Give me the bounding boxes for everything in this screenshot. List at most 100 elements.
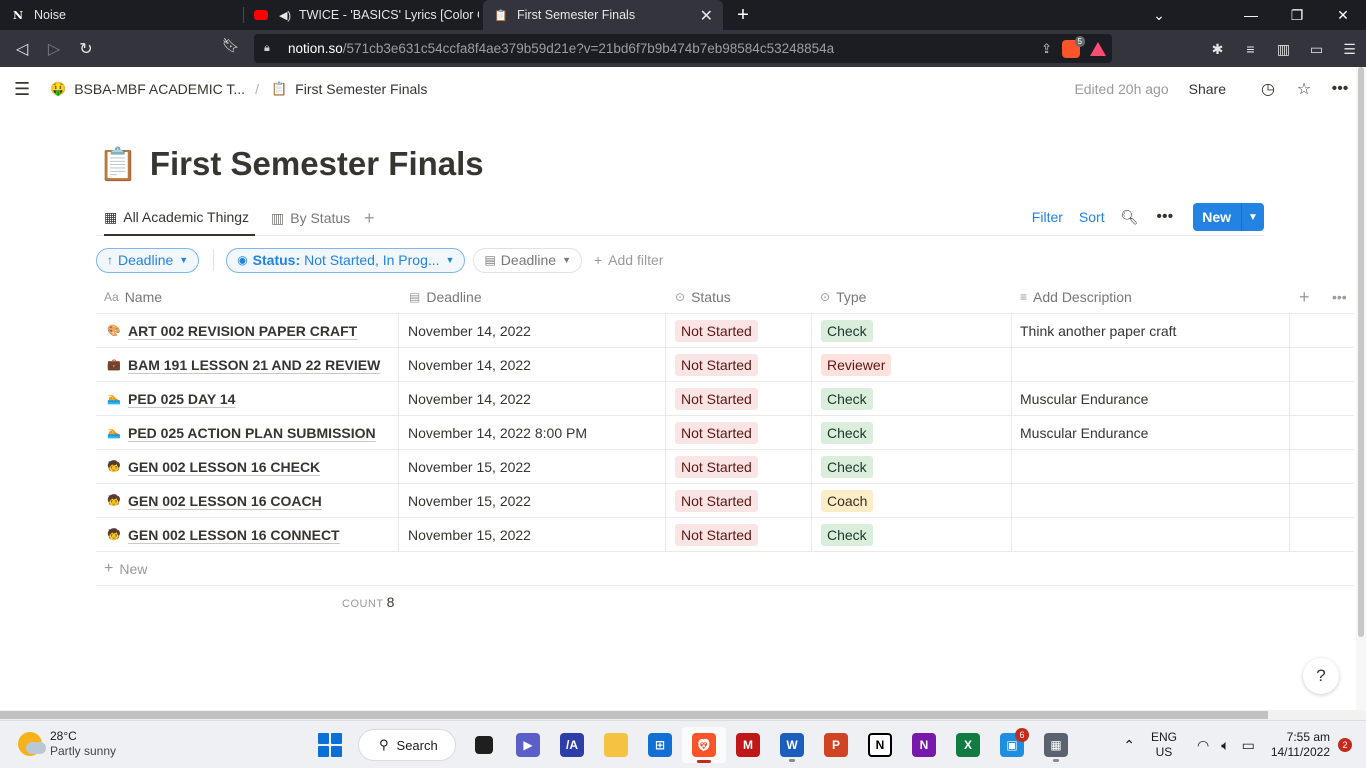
cell-description[interactable]: Think another paper craft xyxy=(1012,314,1290,347)
table-row[interactable]: 🧒 GEN 002 LESSON 16 CHECK November 15, 202… xyxy=(96,450,1354,484)
cell-type[interactable]: Check xyxy=(812,416,1012,449)
filter-button[interactable]: Filter xyxy=(1032,209,1063,225)
notion-app-icon[interactable]: N xyxy=(858,727,902,763)
cell-name[interactable]: 💼 BAM 191 LESSON 21 AND 22 REVIEW xyxy=(96,348,399,381)
calculator-icon[interactable]: ▦ xyxy=(1034,727,1078,763)
adobe-app-icon[interactable]: /A xyxy=(550,727,594,763)
row-title-link[interactable]: GEN 002 LESSON 16 COACH xyxy=(128,493,322,509)
new-button-label[interactable]: New xyxy=(1193,203,1242,231)
cell-description[interactable]: Muscular Endurance xyxy=(1012,416,1290,449)
sort-button[interactable]: Sort xyxy=(1079,209,1105,225)
cell-name[interactable]: 🧒 GEN 002 LESSON 16 COACH xyxy=(96,484,399,517)
table-row[interactable]: 🧒 GEN 002 LESSON 16 COACH November 15, 202… xyxy=(96,484,1354,518)
wifi-icon[interactable]: ◠ xyxy=(1197,737,1209,754)
deadline-filter-pill[interactable]: ▤ Deadline ▼ xyxy=(473,247,582,273)
browser-tab-active[interactable]: 📋 First Semester Finals ✕ xyxy=(483,0,723,30)
cell-name[interactable]: 🧒 GEN 002 LESSON 16 CONNECT xyxy=(96,518,399,551)
cell-type[interactable]: Reviewer xyxy=(812,348,1012,381)
updates-clock-icon[interactable]: ◷ xyxy=(1256,79,1280,99)
brave-rewards-icon[interactable] xyxy=(1090,41,1106,56)
minimize-icon[interactable]: — xyxy=(1228,0,1274,30)
row-title-link[interactable]: GEN 002 LESSON 16 CONNECT xyxy=(128,527,340,543)
search-icon[interactable]: 🔍︎ xyxy=(1121,209,1139,226)
row-title-link[interactable]: GEN 002 LESSON 16 CHECK xyxy=(128,459,320,475)
more-options-icon[interactable]: ••• xyxy=(1328,80,1352,98)
cell-description[interactable] xyxy=(1012,348,1290,381)
cell-type[interactable]: Coach xyxy=(812,484,1012,517)
table-row[interactable]: 🧒 GEN 002 LESSON 16 CONNECT November 15, 2… xyxy=(96,518,1354,552)
cell-empty[interactable] xyxy=(1290,348,1354,381)
task-view-icon[interactable] xyxy=(462,727,506,763)
brave-shields-icon[interactable]: 5 xyxy=(1062,35,1085,58)
add-filter-button[interactable]: + Add filter xyxy=(594,252,663,268)
language-indicator[interactable]: ENG US xyxy=(1151,730,1177,760)
cell-deadline[interactable]: November 15, 2022 xyxy=(399,484,666,517)
more-options-icon[interactable]: ••• xyxy=(1156,208,1173,226)
taskbar-search[interactable]: ⚲ Search xyxy=(358,729,456,761)
table-row[interactable]: 🎨 ART 002 REVISION PAPER CRAFT November 14… xyxy=(96,314,1354,348)
onenote-icon[interactable]: N xyxy=(902,727,946,763)
battery-icon[interactable]: ▭ xyxy=(1242,737,1255,754)
new-tab-button[interactable]: + xyxy=(723,0,763,30)
row-title-link[interactable]: PED 025 ACTION PLAN SUBMISSION xyxy=(128,425,376,441)
weather-widget[interactable]: 28°C Partly sunny xyxy=(18,729,116,759)
cell-empty[interactable] xyxy=(1290,450,1354,483)
page-icon[interactable]: 📋 xyxy=(98,145,138,183)
table-row[interactable]: 🏊 PED 025 ACTION PLAN SUBMISSION November … xyxy=(96,416,1354,450)
clock[interactable]: 7:55 am 14/11/2022 xyxy=(1271,730,1330,760)
breadcrumb-workspace[interactable]: BSBA-MBF ACADEMIC T... xyxy=(74,81,245,97)
cell-deadline[interactable]: November 14, 2022 xyxy=(399,382,666,415)
cell-name[interactable]: 🏊 PED 025 DAY 14 xyxy=(96,382,399,415)
ms-store-icon[interactable]: ⊞ xyxy=(638,727,682,763)
url-text[interactable]: notion.so/571cb3e631c54ccfa8f4ae379b59d2… xyxy=(288,41,834,56)
row-title-link[interactable]: ART 002 REVISION PAPER CRAFT xyxy=(128,323,357,339)
vertical-scrollbar[interactable] xyxy=(1356,67,1366,710)
chevron-up-icon[interactable]: ⌃ xyxy=(1123,737,1135,754)
add-view-button[interactable]: + xyxy=(364,200,375,236)
powerpoint-icon[interactable]: P xyxy=(814,727,858,763)
playlist-icon[interactable]: ≡ xyxy=(1234,34,1267,64)
count-summary[interactable]: COUNT 8 xyxy=(342,594,394,610)
browser-tab[interactable]: N Noise xyxy=(0,0,243,30)
help-button[interactable]: ? xyxy=(1303,658,1339,694)
notification-badge[interactable]: 2 xyxy=(1338,738,1352,752)
brave-browser-icon[interactable]: 🦁︎ xyxy=(682,727,726,763)
volume-icon[interactable]: 🔈︎ xyxy=(1221,737,1229,754)
scrollbar-thumb[interactable] xyxy=(0,711,1268,719)
cell-name[interactable]: 🏊 PED 025 ACTION PLAN SUBMISSION xyxy=(96,416,399,449)
mcafee-icon[interactable]: M xyxy=(726,727,770,763)
close-icon[interactable]: ✕ xyxy=(700,6,713,26)
cell-description[interactable]: Muscular Endurance xyxy=(1012,382,1290,415)
cell-type[interactable]: Check xyxy=(812,518,1012,551)
address-bar[interactable]: 🔒︎ notion.so/571cb3e631c54ccfa8f4ae379b5… xyxy=(254,34,1112,63)
word-icon[interactable]: W xyxy=(770,727,814,763)
cell-name[interactable]: 🧒 GEN 002 LESSON 16 CHECK xyxy=(96,450,399,483)
cell-status[interactable]: Not Started xyxy=(666,348,812,381)
forward-icon[interactable]: ▷ xyxy=(38,34,70,64)
share-button[interactable]: Share xyxy=(1189,81,1226,97)
browser-menu-icon[interactable]: ☰ xyxy=(1333,34,1366,64)
table-row[interactable]: 🏊 PED 025 DAY 14 November 14, 2022 Not Star… xyxy=(96,382,1354,416)
cell-name[interactable]: 🎨 ART 002 REVISION PAPER CRAFT xyxy=(96,314,399,347)
cell-deadline[interactable]: November 14, 2022 8:00 PM xyxy=(399,416,666,449)
sidebar-icon[interactable]: ▥ xyxy=(1267,34,1300,64)
cell-deadline[interactable]: November 14, 2022 xyxy=(399,348,666,381)
sort-deadline-pill[interactable]: ↑ Deadline ▼ xyxy=(96,247,200,273)
cell-empty[interactable] xyxy=(1290,416,1354,449)
speaker-icon[interactable]: ◀) xyxy=(277,7,293,23)
file-explorer-icon[interactable] xyxy=(594,727,638,763)
row-title-link[interactable]: PED 025 DAY 14 xyxy=(128,391,235,407)
cell-status[interactable]: Not Started xyxy=(666,382,812,415)
row-title-link[interactable]: BAM 191 LESSON 21 AND 22 REVIEW xyxy=(128,357,380,373)
cell-description[interactable] xyxy=(1012,450,1290,483)
page-title[interactable]: First Semester Finals xyxy=(150,145,484,183)
horizontal-scrollbar[interactable] xyxy=(0,710,1366,720)
column-header-status[interactable]: ⊙ Status xyxy=(675,280,731,314)
meet-app-icon[interactable]: ▣ 6 xyxy=(990,727,1034,763)
cell-description[interactable] xyxy=(1012,518,1290,551)
tab-all-academic-thingz[interactable]: ▦ All Academic Thingz xyxy=(104,200,256,236)
cell-deadline[interactable]: November 14, 2022 xyxy=(399,314,666,347)
extensions-icon[interactable]: ✱ xyxy=(1201,34,1234,64)
browser-tab[interactable]: ◀) TWICE - 'BASICS' Lyrics [Color Cod xyxy=(243,0,483,30)
favorite-star-icon[interactable]: ☆ xyxy=(1292,79,1316,99)
